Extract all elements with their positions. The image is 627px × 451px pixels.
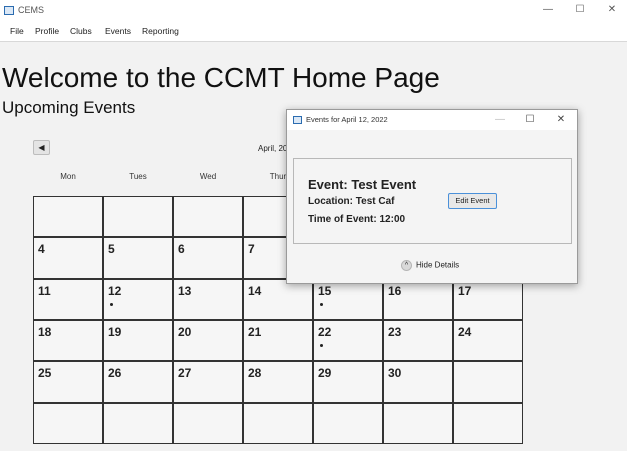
- calendar-day-cell[interactable]: 6: [173, 237, 243, 279]
- calendar-day-cell[interactable]: 29: [313, 361, 383, 403]
- calendar-day-cell[interactable]: 4: [33, 237, 103, 279]
- dialog-title: Events for April 12, 2022: [306, 115, 388, 124]
- event-location: Location: Test Caf: [308, 196, 395, 207]
- day-number: 30: [388, 366, 402, 381]
- calendar-day-cell[interactable]: 15: [313, 278, 383, 320]
- calendar-day-cell[interactable]: 25: [33, 361, 103, 403]
- month-label: April, 20: [258, 144, 288, 153]
- calendar-day-cell[interactable]: [33, 196, 103, 238]
- day-number: 4: [38, 242, 45, 257]
- calendar-day-cell[interactable]: 20: [173, 320, 243, 362]
- window-title: CEMS: [18, 5, 45, 15]
- minimize-button[interactable]: —: [540, 3, 556, 17]
- dialog-close-button[interactable]: ✕: [553, 113, 569, 127]
- day-number: 17: [458, 283, 472, 298]
- app-icon: [4, 6, 14, 15]
- calendar-day-cell[interactable]: 26: [103, 361, 173, 403]
- day-number: 14: [248, 283, 262, 298]
- day-number: 21: [248, 325, 262, 339]
- day-number: 6: [178, 242, 185, 257]
- day-number: 7: [248, 242, 255, 257]
- calendar-day-cell[interactable]: [383, 402, 453, 444]
- dow-wed: Wed: [199, 172, 217, 181]
- calendar-day-cell[interactable]: [103, 402, 173, 444]
- day-number: 5: [108, 242, 115, 257]
- calendar-day-cell[interactable]: 11: [33, 278, 103, 320]
- day-number: 15: [318, 283, 332, 298]
- day-number: 19: [108, 325, 122, 339]
- dow-tues: Tues: [129, 172, 147, 181]
- calendar-day-cell[interactable]: 13: [173, 278, 243, 320]
- day-number: 28: [248, 366, 262, 381]
- day-number: 22: [318, 325, 332, 339]
- event-details-box: Event: Test Event Location: Test Caf Tim…: [293, 158, 572, 244]
- calendar-day-cell[interactable]: [453, 361, 523, 403]
- day-number: 26: [108, 366, 122, 381]
- calendar-day-cell[interactable]: 21: [243, 320, 313, 362]
- day-number: 25: [38, 366, 52, 381]
- dow-mon: Mon: [60, 172, 76, 181]
- event-time: Time of Event: 12:00: [308, 214, 406, 225]
- calendar-day-cell[interactable]: 12: [103, 278, 173, 320]
- menu-file[interactable]: File: [10, 26, 24, 36]
- calendar-day-cell[interactable]: 16: [383, 278, 453, 320]
- day-number: 12: [108, 283, 122, 298]
- close-button[interactable]: ✕: [604, 3, 620, 17]
- dialog-app-icon: [293, 116, 302, 124]
- calendar-day-cell[interactable]: 17: [453, 278, 523, 320]
- prev-month-button[interactable]: ◀: [33, 140, 50, 155]
- chevron-up-icon: ^: [401, 260, 412, 271]
- calendar-day-cell[interactable]: 18: [33, 320, 103, 362]
- calendar-day-cell[interactable]: [243, 402, 313, 444]
- events-dialog: Events for April 12, 2022 — ☐ ✕ Event: T…: [286, 109, 578, 284]
- day-number: 20: [178, 325, 192, 339]
- calendar-day-cell[interactable]: 5: [103, 237, 173, 279]
- day-number: 23: [388, 325, 402, 339]
- day-number: 16: [388, 283, 402, 298]
- calendar-day-cell[interactable]: [313, 402, 383, 444]
- event-indicator-dot: [320, 302, 323, 306]
- page-title: Welcome to the CCMT Home Page: [2, 62, 440, 93]
- event-name: Event: Test Event: [308, 177, 417, 192]
- hide-details-label: Hide Details: [416, 260, 460, 270]
- day-number: 13: [178, 283, 192, 298]
- maximize-button[interactable]: ☐: [572, 3, 588, 17]
- day-number: 18: [38, 325, 52, 339]
- day-number: 24: [458, 325, 472, 339]
- calendar-day-cell[interactable]: [173, 196, 243, 238]
- menu-profile[interactable]: Profile: [35, 26, 59, 36]
- calendar-day-cell[interactable]: 14: [243, 278, 313, 320]
- day-number: 11: [38, 283, 51, 298]
- dialog-titlebar: Events for April 12, 2022 — ☐ ✕: [287, 110, 577, 130]
- calendar-day-cell[interactable]: 22: [313, 320, 383, 362]
- calendar-day-cell[interactable]: 28: [243, 361, 313, 403]
- edit-event-button[interactable]: Edit Event: [448, 193, 497, 209]
- calendar-day-cell[interactable]: 30: [383, 361, 453, 403]
- calendar-day-cell[interactable]: [33, 402, 103, 444]
- calendar-day-cell[interactable]: [173, 402, 243, 444]
- calendar-day-cell[interactable]: [453, 402, 523, 444]
- day-number: 29: [318, 366, 332, 381]
- calendar-day-cell[interactable]: 23: [383, 320, 453, 362]
- calendar-day-cell[interactable]: 24: [453, 320, 523, 362]
- calendar-day-cell[interactable]: 27: [173, 361, 243, 403]
- day-number: 27: [178, 366, 192, 381]
- window-titlebar: CEMS — ☐ ✕: [0, 0, 627, 22]
- event-indicator-dot: [110, 302, 113, 306]
- menu-bar: File Profile Clubs Events Reporting: [0, 22, 627, 42]
- calendar-day-cell[interactable]: 19: [103, 320, 173, 362]
- hide-details-toggle[interactable]: ^ Hide Details: [401, 260, 459, 271]
- menu-events[interactable]: Events: [105, 26, 131, 36]
- dialog-maximize-button[interactable]: ☐: [522, 113, 538, 127]
- section-title: Upcoming Events: [2, 98, 136, 117]
- dialog-minimize-button[interactable]: —: [492, 113, 508, 127]
- menu-clubs[interactable]: Clubs: [70, 26, 92, 36]
- calendar-day-cell[interactable]: [103, 196, 173, 238]
- menu-reporting[interactable]: Reporting: [142, 26, 179, 36]
- event-indicator-dot: [320, 344, 323, 347]
